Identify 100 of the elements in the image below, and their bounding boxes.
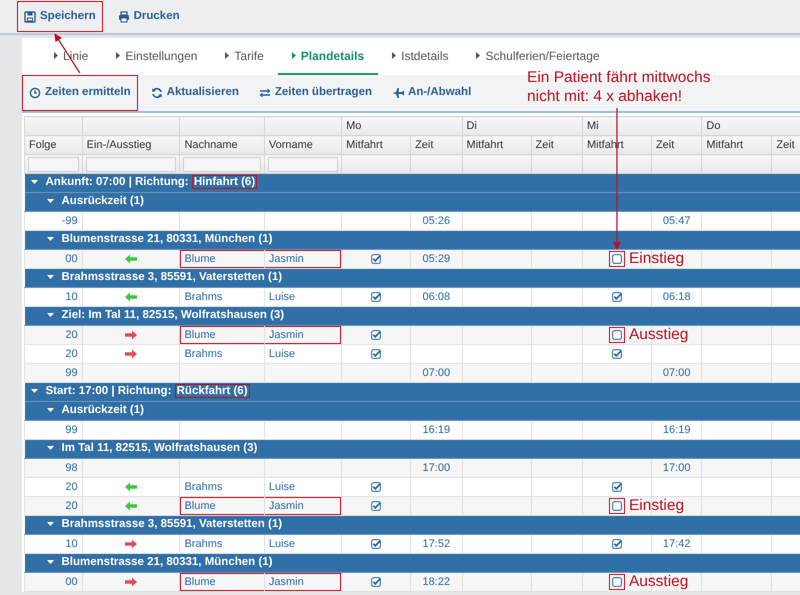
table-cell: Jasmin: [264, 250, 342, 268]
arrow-right-icon: [125, 330, 138, 340]
table-cell: 99: [24, 364, 82, 382]
group-label: Start: 17:00 | Richtung:: [46, 385, 172, 398]
toolbar-button[interactable]: Zeiten ermitteln: [22, 75, 138, 111]
table-cell: 98: [24, 458, 82, 478]
filter-field[interactable]: [28, 156, 79, 172]
checkbox[interactable]: [371, 348, 382, 359]
checkbox[interactable]: [371, 292, 382, 302]
arrow-right-icon: [125, 538, 138, 549]
toolbar-button[interactable]: Speichern: [17, 1, 103, 32]
caret-icon: [476, 52, 480, 59]
direction-label: Hinfahrt (6): [192, 175, 258, 190]
table-cell: Jasmin: [264, 496, 342, 516]
table-cell: 20: [24, 326, 82, 344]
toolbar-button[interactable]: Drucken: [110, 1, 187, 32]
arrow-right-icon: [125, 348, 138, 359]
column-header[interactable]: Mitfahrt: [342, 136, 411, 154]
plane-icon: [392, 87, 404, 99]
tab[interactable]: Tarife: [211, 38, 278, 75]
table-cell: 00: [24, 572, 82, 592]
checkbox[interactable]: [612, 576, 622, 587]
printer-icon: [118, 10, 130, 22]
checkbox[interactable]: [371, 500, 382, 511]
checkbox[interactable]: [371, 482, 382, 492]
caret-icon: [225, 52, 230, 59]
column-header[interactable]: Ein-/Ausstieg: [82, 136, 180, 154]
table-cell: Jasmin: [264, 326, 342, 344]
checkbox[interactable]: [371, 254, 382, 264]
group-label: Im Tal 11, 82515, Wolfratshausen (3): [62, 442, 258, 454]
column-header: Mo: [342, 116, 462, 136]
checkbox[interactable]: [612, 482, 622, 492]
checkbox[interactable]: [612, 500, 622, 511]
checkbox[interactable]: [612, 538, 622, 549]
annotation-label: Einstieg: [628, 496, 684, 515]
filter-field[interactable]: [268, 156, 338, 172]
table-cell: Blume: [180, 572, 264, 592]
caret-icon: [392, 52, 396, 59]
direction-label: Rückfahrt (6): [174, 384, 250, 398]
annotation-label: Einstieg: [628, 249, 684, 268]
group-label: Blumenstrasse 21, 80331, München (1): [62, 556, 272, 568]
column-header[interactable]: Zeit: [651, 136, 702, 154]
column-header[interactable]: Zeit: [772, 136, 800, 154]
table-cell: 00: [24, 250, 82, 268]
arrow-left-icon: [125, 500, 138, 511]
caret-icon: [54, 52, 58, 59]
filter-field[interactable]: [183, 156, 261, 172]
checkbox[interactable]: [371, 576, 382, 587]
column-header[interactable]: Zeit: [531, 136, 582, 154]
annotation-text: Ein Patient fährt mittwochs nicht mit: 4 x abhaken!: [527, 68, 710, 106]
group-label: Ausrückzeit (1): [62, 195, 144, 208]
column-header[interactable]: Nachname: [180, 136, 264, 154]
table-cell: Blume: [180, 496, 264, 516]
column-header[interactable]: Mitfahrt: [462, 136, 531, 154]
column-header[interactable]: Vorname: [264, 136, 342, 154]
column-header: Mi: [582, 116, 702, 136]
group-label: Ausrückzeit (1): [62, 404, 144, 416]
table-cell: 20: [24, 496, 82, 516]
checkbox[interactable]: [371, 330, 382, 340]
table-cell: 17:00: [410, 458, 462, 478]
column-header: Do: [702, 116, 800, 136]
arrow-right-icon: [125, 576, 138, 587]
toolbar-button[interactable]: Aktualisieren: [144, 75, 246, 111]
toolbar-button[interactable]: An-/Abwahl: [385, 75, 478, 111]
column-header: Di: [462, 116, 582, 136]
filter-field[interactable]: [86, 156, 176, 172]
table-cell: Jasmin: [264, 572, 342, 592]
refresh-icon: [150, 87, 163, 99]
save-icon: [24, 10, 36, 22]
arrow-left-icon: [125, 482, 138, 492]
checkbox[interactable]: [612, 330, 622, 340]
column-header[interactable]: Folge: [24, 136, 82, 154]
group-label: Blumenstrasse 21, 80331, München (1): [62, 233, 272, 246]
table-cell: Blume: [180, 250, 264, 268]
arrow-left-icon: [125, 254, 138, 264]
annotation-label: Ausstieg: [628, 572, 688, 591]
table-cell: 07:00: [410, 364, 462, 382]
column-header[interactable]: Zeit: [410, 136, 462, 154]
caret-icon: [116, 52, 120, 59]
table-cell: 18:22: [410, 572, 462, 592]
checkbox[interactable]: [612, 348, 622, 359]
arrow-left-icon: [125, 292, 138, 302]
group-label: Brahmsstrasse 3, 85591, Vaterstetten (1): [62, 518, 282, 530]
annotation-label: Ausstieg: [628, 325, 688, 344]
group-label: Ankunft: 07:00 | Richtung:: [46, 176, 190, 188]
group-label: Ziel: Im Tal 11, 82515, Wolfratshausen (3): [62, 309, 284, 322]
checkbox[interactable]: [371, 538, 382, 549]
tab[interactable]: Istdetails: [378, 38, 462, 75]
checkbox[interactable]: [612, 254, 622, 264]
clock-icon: [29, 87, 41, 99]
table-cell: 05:29: [410, 250, 462, 268]
checkbox[interactable]: [612, 292, 622, 302]
toolbar-button[interactable]: Zeiten übertragen: [252, 75, 380, 111]
table-cell: Blume: [180, 326, 264, 344]
caret-icon: [292, 52, 296, 59]
tab[interactable]: Einstellungen: [102, 38, 212, 75]
table-cell: 07:00: [651, 364, 702, 382]
table-cell: 17:00: [651, 458, 702, 478]
column-header[interactable]: Mitfahrt: [702, 136, 772, 154]
group-label: Brahmsstrasse 3, 85591, Vaterstetten (1): [62, 271, 282, 284]
